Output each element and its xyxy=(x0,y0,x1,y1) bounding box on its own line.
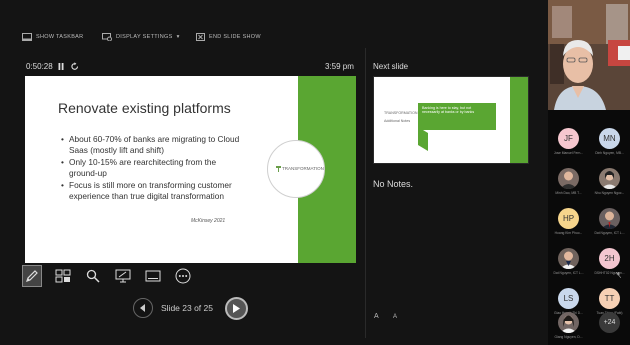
avatar xyxy=(599,168,620,189)
taskbar-icon xyxy=(22,33,32,41)
participant-name: Dinh Nguyen, MB... xyxy=(595,151,624,155)
avatar xyxy=(599,208,620,229)
meeting-side-panel: JF Jose Manuel Fern... MN Dinh Nguyen, M… xyxy=(548,0,630,345)
chevron-right-icon xyxy=(233,304,240,313)
avatar: LS xyxy=(558,288,579,309)
slides-grid-icon xyxy=(55,269,71,283)
chevron-down-icon: ▾ xyxy=(176,34,180,40)
participant-tile[interactable]: JF Jose Manuel Fern... xyxy=(548,124,589,161)
participant-tile[interactable]: HP Hoang Kim Phuo... xyxy=(548,204,589,241)
participant-tile[interactable]: Minh Dao, MB T... xyxy=(548,164,589,201)
display-settings-label: DISPLAY SETTINGS xyxy=(116,34,173,40)
slide-bullets: About 60-70% of banks are migrating to C… xyxy=(61,134,241,204)
more-icon xyxy=(175,268,191,284)
slide-logo-text: TRANSFORMATION xyxy=(282,166,324,171)
next-slide-callout-text: Banking is here to stay, but not necessa… xyxy=(422,106,475,115)
participant-tile[interactable]: Dat Nguyen, ICT L... xyxy=(589,204,630,241)
person-photo-icon xyxy=(601,211,618,229)
next-slide-label: Next slide xyxy=(373,62,409,71)
avatar: MN xyxy=(599,128,620,149)
participant-tile[interactable]: Giang Nguyen, D... xyxy=(548,308,589,345)
presenter-video-image xyxy=(548,0,630,110)
mic-muted-icon xyxy=(616,272,621,278)
subtitles-icon xyxy=(145,270,161,282)
pen-tool-button[interactable] xyxy=(22,265,42,287)
participant-tile[interactable]: MN Dinh Nguyen, MB... xyxy=(589,124,630,161)
avatar: JF xyxy=(558,128,579,149)
next-slide-connector-shape xyxy=(418,127,428,151)
avatar xyxy=(558,168,579,189)
pointer-button[interactable] xyxy=(113,265,133,287)
participant-tile[interactable]: Dat Nguyen, ICT L... xyxy=(548,244,589,281)
slide-counter[interactable]: Slide 23 of 25 xyxy=(161,303,213,313)
participant-tile[interactable]: Nhu Nguyen Ngoc... xyxy=(589,164,630,201)
avatar: 2H xyxy=(599,248,620,269)
next-slide-accent-panel xyxy=(510,77,528,163)
person-photo-icon xyxy=(560,251,577,269)
display-settings-button[interactable]: DISPLAY SETTINGS ▾ xyxy=(102,33,180,41)
slide-bullet: Focus is still more on transforming cust… xyxy=(61,180,241,201)
participant-name: Minh Dao, MB T... xyxy=(555,191,582,195)
current-slide[interactable]: Renovate existing platforms About 60-70%… xyxy=(25,76,356,263)
next-slide-logo: TRANSFORMATION Additional Notes xyxy=(384,111,417,123)
next-slide-callout: Banking is here to stay, but not necessa… xyxy=(418,103,496,130)
increase-font-button[interactable]: A xyxy=(374,313,379,320)
pen-icon xyxy=(26,270,38,282)
next-slide-button[interactable] xyxy=(225,297,248,320)
avatar xyxy=(558,312,579,333)
participant-name: DSHHT02 Nguyen... xyxy=(594,271,625,275)
more-options-button[interactable] xyxy=(173,265,193,287)
avatar xyxy=(558,248,579,269)
end-slide-show-label: END SLIDE SHOW xyxy=(209,34,261,40)
person-photo-icon xyxy=(560,171,577,189)
end-show-icon xyxy=(196,33,205,41)
next-slide-thumbnail[interactable]: Banking is here to stay, but not necessa… xyxy=(373,76,529,164)
participant-tile[interactable]: 2H DSHHT02 Nguyen... xyxy=(589,244,630,281)
slide-source: McKinsey 2021 xyxy=(191,218,226,224)
see-all-slides-button[interactable] xyxy=(53,265,73,287)
current-time: 3:59 pm xyxy=(325,62,354,71)
speaker-notes: No Notes. xyxy=(373,179,414,189)
participant-name: Hoang Kim Phuo... xyxy=(554,231,583,235)
zoom-button[interactable] xyxy=(83,265,103,287)
logo-mark-icon xyxy=(276,166,281,172)
slide-bullet: Only 10-15% are rearchitecting from the … xyxy=(61,157,241,178)
show-taskbar-button[interactable]: SHOW TASKBAR xyxy=(22,33,83,41)
slide-title: Renovate existing platforms xyxy=(58,100,231,116)
presenter-tools xyxy=(22,265,202,289)
zoom-icon xyxy=(86,269,100,283)
participant-name: Jose Manuel Fern... xyxy=(553,151,584,155)
slide-bullet: About 60-70% of banks are migrating to C… xyxy=(61,134,241,155)
top-toolbar: SHOW TASKBAR DISPLAY SETTINGS ▾ END SLID… xyxy=(0,28,548,48)
more-participants-badge: +24 xyxy=(599,312,620,333)
presenter-video[interactable] xyxy=(548,0,630,110)
next-slide-logo-text: TRANSFORMATION xyxy=(384,111,418,115)
presenter-view: SHOW TASKBAR DISPLAY SETTINGS ▾ END SLID… xyxy=(0,0,548,345)
more-participants-button[interactable]: +24 xyxy=(589,308,630,345)
show-taskbar-label: SHOW TASKBAR xyxy=(36,34,84,40)
decrease-font-button[interactable]: A xyxy=(393,314,397,320)
participant-name: Dat Nguyen, ICT L... xyxy=(553,271,584,275)
slide-logo: TRANSFORMATION xyxy=(267,140,325,198)
chevron-left-icon xyxy=(140,304,145,312)
elapsed-timer: 0:50:28 xyxy=(26,62,53,71)
participant-name: Giang Nguyen, D... xyxy=(554,335,583,339)
participant-name: Dat Nguyen, ICT L... xyxy=(594,231,625,235)
restart-icon[interactable] xyxy=(71,62,79,71)
participant-name: Nhu Nguyen Ngoc... xyxy=(594,191,625,195)
person-photo-icon xyxy=(601,171,618,189)
panel-divider xyxy=(365,48,366,338)
pointer-icon xyxy=(115,269,131,283)
previous-slide-button[interactable] xyxy=(133,298,153,318)
person-photo-icon xyxy=(560,315,577,333)
avatar: TT xyxy=(599,288,620,309)
end-slide-show-button[interactable]: END SLIDE SHOW xyxy=(196,33,261,41)
next-slide-subtitle: Additional Notes xyxy=(384,119,411,124)
display-settings-icon xyxy=(102,33,112,41)
subtitles-button[interactable] xyxy=(143,265,163,287)
pause-icon[interactable] xyxy=(58,63,64,70)
slide-navigation: Slide 23 of 25 xyxy=(133,297,253,323)
avatar: HP xyxy=(558,208,579,229)
